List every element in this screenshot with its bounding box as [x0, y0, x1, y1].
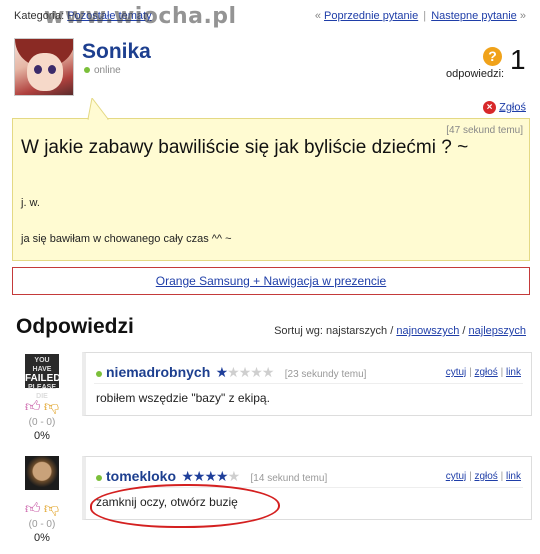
vote-percent: 0%: [34, 430, 50, 442]
question-body-line: j. w.: [21, 197, 40, 209]
vote-buttons: 👍︎ 👎︎: [14, 500, 70, 518]
star-icon: ★: [192, 468, 206, 484]
avatar-caption: YOU HAVE: [32, 357, 52, 373]
question-nav: « Poprzednie pytanie | Nastepne pytanie …: [315, 10, 526, 22]
answer-sidebar: 👍︎ 👎︎ (0 - 0) 0%: [14, 456, 70, 544]
vote-buttons: 👍︎ 👎︎: [14, 398, 70, 416]
actions-separator: |: [500, 471, 504, 482]
star-icon: ★: [204, 468, 217, 484]
answer-box: niemadrobnych ★★★★★ [23 sekundy temu] cy…: [82, 352, 532, 416]
rating-stars: ★★★★★: [215, 364, 275, 380]
thumbs-down-icon[interactable]: 👎︎: [44, 500, 59, 518]
author-avatar[interactable]: [14, 38, 74, 96]
red-highlight-circle: [90, 484, 280, 528]
promo-banner: Orange Samsung + Nawigacja w prezencie: [12, 267, 530, 295]
quote-link[interactable]: cytuj: [446, 471, 467, 482]
report-question[interactable]: × Zgłoś: [483, 101, 526, 114]
sort-options: Sortuj wg: najstarszych / najnowszych / …: [274, 325, 526, 337]
sort-newest-link[interactable]: najnowszych: [396, 325, 459, 337]
star-icon: ★: [227, 364, 240, 380]
answer-time: [23 sekundy temu]: [284, 369, 367, 380]
report-answer-link[interactable]: zgłoś: [474, 367, 497, 378]
nav-separator: |: [423, 10, 427, 22]
promo-link[interactable]: Orange Samsung + Nawigacja w prezencie: [156, 274, 386, 288]
prev-arrow: «: [314, 10, 321, 22]
avatar-eye: [48, 65, 56, 74]
answer-avatar[interactable]: [25, 456, 59, 490]
answer-actions: cytuj | zgłoś | link: [446, 471, 521, 482]
star-icon: ★: [227, 468, 241, 484]
speech-bubble-tail: [87, 98, 110, 120]
rating-stars: ★★★★★: [181, 468, 241, 484]
online-dot-icon: [96, 370, 102, 377]
sort-label: Sortuj wg: najstarszych /: [274, 325, 394, 337]
permalink[interactable]: link: [506, 367, 521, 378]
star-icon: ★: [238, 364, 252, 380]
avatar-face: [27, 53, 63, 91]
online-dot-icon: [96, 474, 102, 481]
vote-score: (0 - 0): [28, 519, 56, 530]
answer-author[interactable]: tomekloko: [106, 468, 176, 484]
answer-avatar[interactable]: YOU HAVE FAILED PLEASE DIE: [25, 354, 61, 400]
answer-actions: cytuj | zgłoś | link: [446, 367, 521, 378]
sort-best-link[interactable]: najlepszych: [469, 325, 526, 337]
answers-label: odpowiedzi:: [446, 68, 505, 80]
actions-separator: |: [500, 367, 504, 378]
question-box: [47 sekund temu] W jakie zabawy bawiliśc…: [12, 118, 530, 261]
star-icon: ★: [261, 364, 275, 380]
question-body-line: ja się bawiłam w chowanego cały czas ^^ …: [21, 233, 232, 245]
vote-percent: 0%: [34, 532, 50, 544]
answers-count: 1: [510, 44, 526, 75]
question-time: [47 sekund temu]: [446, 125, 523, 136]
answer-author[interactable]: niemadrobnych: [106, 364, 210, 380]
prev-question-link[interactable]: Poprzednie pytanie: [324, 10, 418, 22]
author-name[interactable]: Sonika: [82, 40, 151, 64]
permalink[interactable]: link: [506, 471, 521, 482]
answers-heading: Odpowiedzi: [16, 315, 134, 338]
answer-header: niemadrobnych ★★★★★ [23 sekundy temu]: [96, 364, 366, 380]
thumbs-down-icon[interactable]: 👎︎: [44, 398, 59, 416]
avatar-eye: [34, 65, 42, 74]
online-dot-icon: [84, 67, 90, 74]
star-icon: ★: [250, 364, 263, 380]
star-icon: ★: [216, 468, 229, 484]
vote-score: (0 - 0): [28, 417, 56, 428]
actions-separator: |: [469, 471, 472, 482]
star-icon: ★: [215, 364, 229, 380]
next-question-link[interactable]: Nastepne pytanie: [431, 10, 517, 22]
answer-text: robiłem wszędzie "bazy" z ekipą.: [96, 391, 270, 405]
online-label: online: [94, 65, 121, 76]
answer-header: tomekloko ★★★★★ [14 sekund temu]: [96, 468, 327, 484]
question-mark-icon: ?: [483, 47, 502, 66]
thumbs-up-icon[interactable]: 👍︎: [25, 398, 41, 416]
report-link[interactable]: Zgłoś: [499, 101, 526, 113]
report-answer-link[interactable]: zgłoś: [474, 471, 497, 482]
thumbs-up-icon[interactable]: 👍︎: [25, 500, 41, 518]
star-icon: ★: [181, 468, 194, 484]
actions-separator: |: [469, 367, 472, 378]
next-arrow: »: [519, 10, 526, 22]
quote-link[interactable]: cytuj: [446, 367, 467, 378]
question-title: W jakie zabawy bawiliście się jak byliśc…: [21, 137, 469, 158]
divider: [94, 383, 523, 384]
avatar-caption: FAILED: [25, 373, 61, 384]
watermark: www.wiocha.pl: [44, 4, 237, 29]
answer-sidebar: YOU HAVE FAILED PLEASE DIE 👍︎ 👎︎ (0 - 0)…: [14, 354, 70, 442]
sort-separator: /: [462, 325, 466, 337]
answer-time: [14 sekund temu]: [250, 473, 328, 484]
report-x-icon: ×: [483, 101, 497, 114]
online-status: online: [84, 65, 121, 76]
